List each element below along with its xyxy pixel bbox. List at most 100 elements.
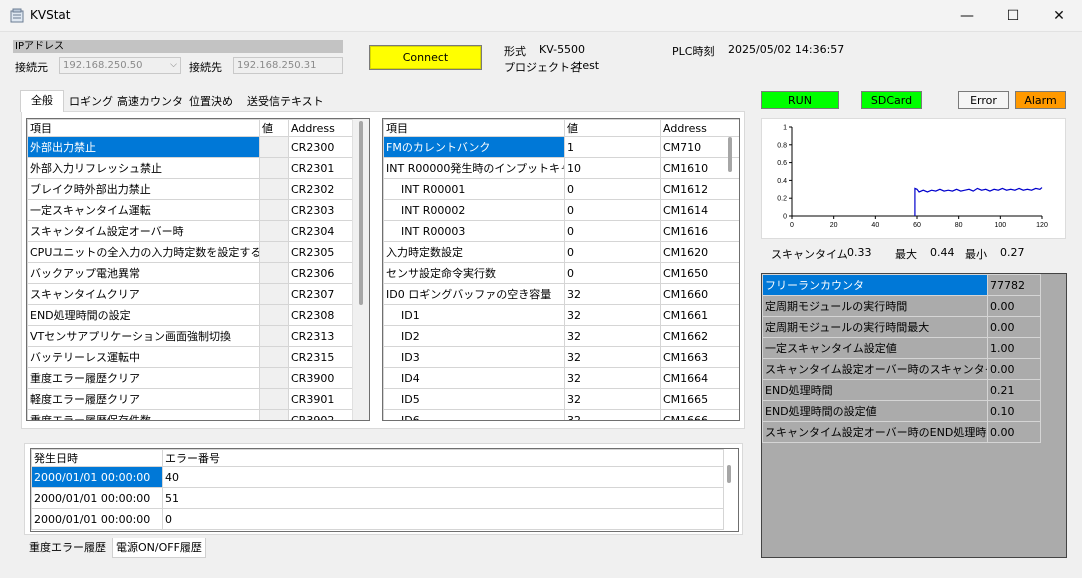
table-row[interactable]: FMのカレントバンク 1 CM710 [383,136,739,158]
item-cell[interactable]: 一定スキャンタイム設定値 [762,337,988,359]
value-cell[interactable] [259,325,289,347]
table-row[interactable]: スキャンタイム設定オーバー時のスキャンタイム 0.00 [762,358,1041,380]
middle-grid-scrollbar[interactable] [722,119,739,420]
address-cell[interactable]: CR2308 [288,304,355,326]
table-row[interactable]: INT R00000発生時のインプットキャ… 10 CM1610 [383,157,739,179]
value-cell[interactable]: 77782 [987,274,1041,296]
scroll-thumb[interactable] [728,137,732,172]
table-row[interactable]: 定周期モジュールの実行時間 0.00 [762,295,1041,317]
value-cell[interactable]: 0.00 [987,421,1041,443]
item-cell[interactable]: 軽度エラー履歴クリア [27,388,260,410]
table-row[interactable]: END処理時間の設定 CR2308 [27,304,355,326]
connect-button[interactable]: Connect [369,45,482,70]
address-cell[interactable]: CR2301 [288,157,355,179]
value-cell[interactable]: 0 [564,199,661,221]
item-cell[interactable]: ID2 [383,325,565,347]
value-cell[interactable] [259,136,289,158]
item-cell[interactable]: 外部出力禁止 [27,136,260,158]
item-cell[interactable]: FMのカレントバンク [383,136,565,158]
address-cell[interactable]: CR3901 [288,388,355,410]
table-row[interactable]: 重度エラー履歴保存件数 CR3902 [27,409,355,420]
error-history-grid[interactable]: 発生日時 エラー番号 2000/01/01 00:00:00 40 2000/01/… [30,448,739,532]
value-cell[interactable] [259,178,289,200]
value-cell[interactable]: 0.10 [987,400,1041,422]
value-cell[interactable] [259,304,289,326]
column-header-address[interactable]: Address [288,119,355,137]
item-cell[interactable]: END処理時間の設定値 [762,400,988,422]
table-row[interactable]: スキャンタイム設定オーバー時 CR2304 [27,220,355,242]
tab-high-speed-counter[interactable]: 高速カウンタ [114,92,186,111]
table-row[interactable]: 2000/01/01 00:00:00 0 [31,508,724,530]
error-number-cell[interactable]: 51 [162,487,724,509]
item-cell[interactable]: 重度エラー履歴保存件数 [27,409,260,420]
item-cell[interactable]: ID4 [383,367,565,389]
item-cell[interactable]: スキャンタイム設定オーバー時のスキャンタイム [762,358,988,380]
item-cell[interactable]: ID3 [383,346,565,368]
value-cell[interactable] [259,367,289,389]
table-row[interactable]: 重度エラー履歴クリア CR3900 [27,367,355,389]
table-row[interactable]: バックアップ電池異常 CR2306 [27,262,355,284]
value-cell[interactable] [259,409,289,420]
item-cell[interactable]: INT R00003 [383,220,565,242]
table-row[interactable]: 一定スキャンタイム運転 CR2303 [27,199,355,221]
address-cell[interactable]: CR2302 [288,178,355,200]
table-row[interactable]: 定周期モジュールの実行時間最大 0.00 [762,316,1041,338]
value-cell[interactable]: 0 [564,220,661,242]
value-cell[interactable]: 1 [564,136,661,158]
table-row[interactable]: 2000/01/01 00:00:00 40 [31,466,724,488]
item-cell[interactable]: スキャンタイムクリア [27,283,260,305]
left-grid-scrollbar[interactable] [352,119,369,420]
table-row[interactable]: VTセンサアプリケーション画面強制切換 CR2313 [27,325,355,347]
table-row[interactable]: ID5 32 CM1665 [383,388,739,410]
item-cell[interactable]: INT R00002 [383,199,565,221]
value-cell[interactable] [259,283,289,305]
table-row[interactable]: ID1 32 CM1661 [383,304,739,326]
value-cell[interactable]: 10 [564,157,661,179]
table-row[interactable]: センサ設定命令実行数 0 CM1650 [383,262,739,284]
value-cell[interactable]: 0.00 [987,358,1041,380]
table-row[interactable]: 外部入力リフレッシュ禁止 CR2301 [27,157,355,179]
table-row[interactable]: ID2 32 CM1662 [383,325,739,347]
destination-ip-field[interactable]: 192.168.250.31 [233,57,343,74]
column-header-value[interactable]: 値 [564,119,661,137]
table-row[interactable]: INT R00001 0 CM1612 [383,178,739,200]
item-cell[interactable]: 一定スキャンタイム運転 [27,199,260,221]
system-info-grid[interactable]: フリーランカウンタ 77782 定周期モジュールの実行時間 0.00 定周期モジュールの… [761,273,1067,558]
value-cell[interactable] [259,346,289,368]
table-row[interactable]: ID4 32 CM1664 [383,367,739,389]
value-cell[interactable]: 32 [564,409,661,420]
value-cell[interactable]: 0.00 [987,316,1041,338]
value-cell[interactable]: 0 [564,241,661,263]
value-cell[interactable]: 32 [564,325,661,347]
tab-logging[interactable]: ロギング [66,92,116,111]
item-cell[interactable]: バッテリーレス運転中 [27,346,260,368]
item-cell[interactable]: 重度エラー履歴クリア [27,367,260,389]
item-cell[interactable]: ブレイク時外部出力禁止 [27,178,260,200]
item-cell[interactable]: 入力時定数設定 [383,241,565,263]
item-cell[interactable]: スキャンタイム設定オーバー時のEND処理時間 [762,421,988,443]
table-row[interactable]: END処理時間 0.21 [762,379,1041,401]
table-row[interactable]: バッテリーレス運転中 CR2315 [27,346,355,368]
datetime-cell[interactable]: 2000/01/01 00:00:00 [31,466,163,488]
tab-power-onoff-history[interactable]: 電源ON/OFF履歴 [112,538,206,558]
source-ip-combo[interactable]: 192.168.250.50 ⌵ [59,57,181,74]
item-cell[interactable]: VTセンサアプリケーション画面強制切換 [27,325,260,347]
item-cell[interactable]: スキャンタイム設定オーバー時 [27,220,260,242]
tab-send-receive-text[interactable]: 送受信テキスト [244,92,327,111]
table-row[interactable]: 入力時定数設定 0 CM1620 [383,241,739,263]
table-row[interactable]: スキャンタイムクリア CR2307 [27,283,355,305]
item-cell[interactable]: センサ設定命令実行数 [383,262,565,284]
value-cell[interactable]: 32 [564,388,661,410]
item-cell[interactable]: 定周期モジュールの実行時間 [762,295,988,317]
address-cell[interactable]: CR3902 [288,409,355,420]
address-cell[interactable]: CR2306 [288,262,355,284]
scroll-thumb[interactable] [359,121,363,305]
value-cell[interactable] [259,241,289,263]
value-cell[interactable]: 32 [564,346,661,368]
maximize-button[interactable]: ☐ [990,0,1036,32]
table-row[interactable]: ID6 32 CM1666 [383,409,739,420]
address-cell[interactable]: CR2313 [288,325,355,347]
error-grid-scrollbar[interactable] [721,449,738,531]
item-cell[interactable]: ID0 ロギングバッファの空き容量 [383,283,565,305]
item-cell[interactable]: CPUユニットの全入力の入力時定数を設定する [27,241,260,263]
